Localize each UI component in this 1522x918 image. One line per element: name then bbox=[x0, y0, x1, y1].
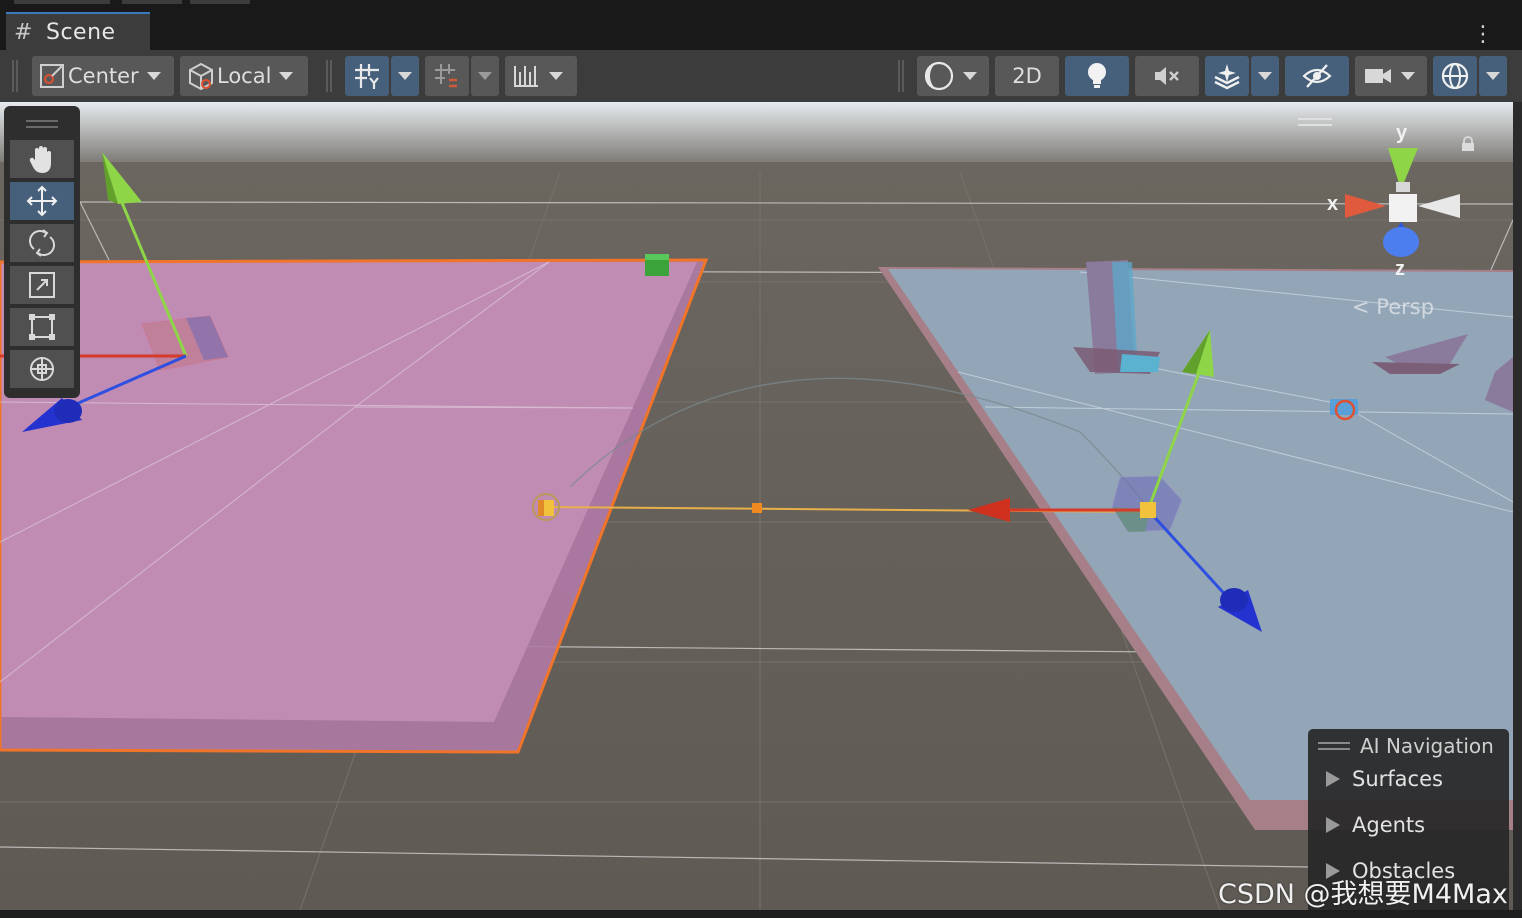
video-camera-icon bbox=[1365, 69, 1391, 83]
projection-toggle[interactable]: < Persp bbox=[1352, 295, 1434, 319]
hidden-eye-icon bbox=[1302, 64, 1332, 88]
foldout-agents[interactable]: Agents bbox=[1308, 803, 1509, 847]
snap-increment-button[interactable] bbox=[425, 56, 469, 96]
gizmo-center-cube[interactable] bbox=[1389, 194, 1417, 222]
ruler-icon bbox=[514, 66, 538, 87]
draw-mode-dropdown[interactable] bbox=[917, 56, 989, 96]
move-tool-button[interactable] bbox=[10, 182, 74, 220]
scale-tool-button[interactable] bbox=[10, 266, 74, 304]
hash-grid-icon: # bbox=[14, 19, 33, 45]
tools-palette bbox=[4, 106, 80, 398]
tab-bar: # Scene ⋮ bbox=[0, 12, 1522, 50]
toolbar-grip[interactable] bbox=[898, 60, 904, 92]
move-arrows-icon bbox=[26, 185, 58, 217]
local-cube-icon bbox=[189, 62, 213, 91]
scene-viewport[interactable] bbox=[0, 102, 1513, 910]
speaker-muted-icon bbox=[1155, 67, 1179, 85]
scene-visibility-button[interactable] bbox=[1285, 56, 1349, 96]
gizmos-toggle-button[interactable] bbox=[1433, 56, 1477, 96]
transform-tool-button[interactable] bbox=[10, 350, 74, 388]
chevron-down-icon bbox=[1401, 72, 1415, 80]
hand-tool-button[interactable] bbox=[10, 140, 74, 178]
gizmo-y-label: y bbox=[1396, 122, 1408, 144]
lighting-toggle-button[interactable] bbox=[1065, 56, 1129, 96]
effects-options-dropdown[interactable] bbox=[1251, 56, 1279, 96]
gizmo-z-cone[interactable] bbox=[1383, 227, 1419, 257]
rotate-tool-button[interactable] bbox=[10, 224, 74, 262]
camera-settings-dropdown[interactable] bbox=[1355, 56, 1427, 96]
2d-label: 2D bbox=[1012, 64, 1042, 88]
snap-options-dropdown[interactable] bbox=[471, 56, 499, 96]
hand-icon bbox=[29, 146, 51, 173]
overlay-drag-handle[interactable] bbox=[1318, 742, 1350, 750]
grid-options-dropdown[interactable] bbox=[391, 56, 419, 96]
chevron-down-icon bbox=[1258, 72, 1272, 80]
chevron-down-icon bbox=[279, 72, 294, 80]
audio-toggle-button[interactable] bbox=[1135, 56, 1199, 96]
tab-stub bbox=[122, 0, 182, 4]
chevron-down-icon bbox=[146, 72, 161, 80]
pivot-mode-label: Center bbox=[68, 64, 139, 88]
green-cube[interactable] bbox=[645, 254, 669, 276]
foldout-agents-label: Agents bbox=[1352, 813, 1426, 837]
lightbulb-icon bbox=[1088, 63, 1106, 88]
chevron-down-icon bbox=[1486, 72, 1500, 80]
rect-tool-button[interactable] bbox=[10, 308, 74, 346]
tab-scene-label: Scene bbox=[46, 19, 116, 45]
ai-navigation-title: AI Navigation bbox=[1360, 734, 1494, 758]
projection-label: Persp bbox=[1376, 295, 1435, 319]
increment-snap-dropdown[interactable] bbox=[505, 56, 577, 96]
pivot-center-icon bbox=[40, 64, 64, 88]
kebab-menu-icon[interactable]: ⋮ bbox=[1472, 24, 1494, 46]
toolbar-grip[interactable] bbox=[326, 60, 332, 92]
gizmo-x-label: x bbox=[1327, 193, 1339, 215]
scale-icon bbox=[29, 272, 55, 298]
gizmo-drag-handle[interactable] bbox=[1298, 118, 1332, 126]
scene-toolbar: Center Local 2D bbox=[0, 50, 1522, 102]
lock-icon[interactable] bbox=[1461, 136, 1475, 152]
watermark-text: CSDN @我想要M4Max bbox=[1218, 879, 1508, 910]
chevron-down-icon bbox=[963, 72, 977, 80]
top-strip bbox=[0, 0, 1522, 12]
shading-sphere-icon bbox=[924, 61, 954, 91]
grid-visibility-button[interactable] bbox=[345, 56, 389, 96]
chevron-left-icon: < bbox=[1352, 295, 1370, 319]
sky-horizon bbox=[0, 102, 1513, 172]
chevron-down-icon bbox=[478, 72, 492, 80]
toolbar-grip[interactable] bbox=[12, 60, 18, 92]
tab-stub bbox=[190, 0, 250, 4]
chevron-down-icon bbox=[398, 72, 412, 80]
chevron-down-icon bbox=[549, 72, 563, 80]
tab-scene[interactable]: # Scene bbox=[6, 12, 150, 50]
rotate-icon bbox=[29, 229, 55, 257]
right-edge-bar bbox=[1513, 102, 1522, 910]
pivot-rotation-label: Local bbox=[217, 64, 272, 88]
foldout-surfaces-label: Surfaces bbox=[1352, 767, 1443, 791]
pivot-mode-dropdown[interactable]: Center bbox=[32, 56, 174, 96]
layers-sparkle-icon bbox=[1214, 64, 1240, 90]
scene-canvas[interactable] bbox=[0, 102, 1513, 910]
tab-stub bbox=[14, 0, 110, 4]
foldout-surfaces[interactable]: Surfaces bbox=[1308, 757, 1509, 801]
pivot-rotation-dropdown[interactable]: Local bbox=[180, 56, 308, 96]
effects-toggle-button[interactable] bbox=[1205, 56, 1249, 96]
chevron-right-icon bbox=[1326, 771, 1340, 787]
2d-toggle-button[interactable]: 2D bbox=[995, 56, 1059, 96]
rect-transform-icon bbox=[29, 314, 55, 340]
grid-snap-icon bbox=[435, 64, 457, 88]
gizmo-globe-icon bbox=[1441, 62, 1469, 90]
grid-axis-icon bbox=[355, 64, 379, 89]
bottom-edge-bar bbox=[0, 910, 1522, 918]
gizmos-options-dropdown[interactable] bbox=[1479, 56, 1507, 96]
palette-drag-handle[interactable] bbox=[26, 120, 58, 128]
gizmo-z-label: z bbox=[1395, 258, 1405, 280]
transform-icon bbox=[30, 357, 54, 381]
chevron-right-icon bbox=[1326, 817, 1340, 833]
